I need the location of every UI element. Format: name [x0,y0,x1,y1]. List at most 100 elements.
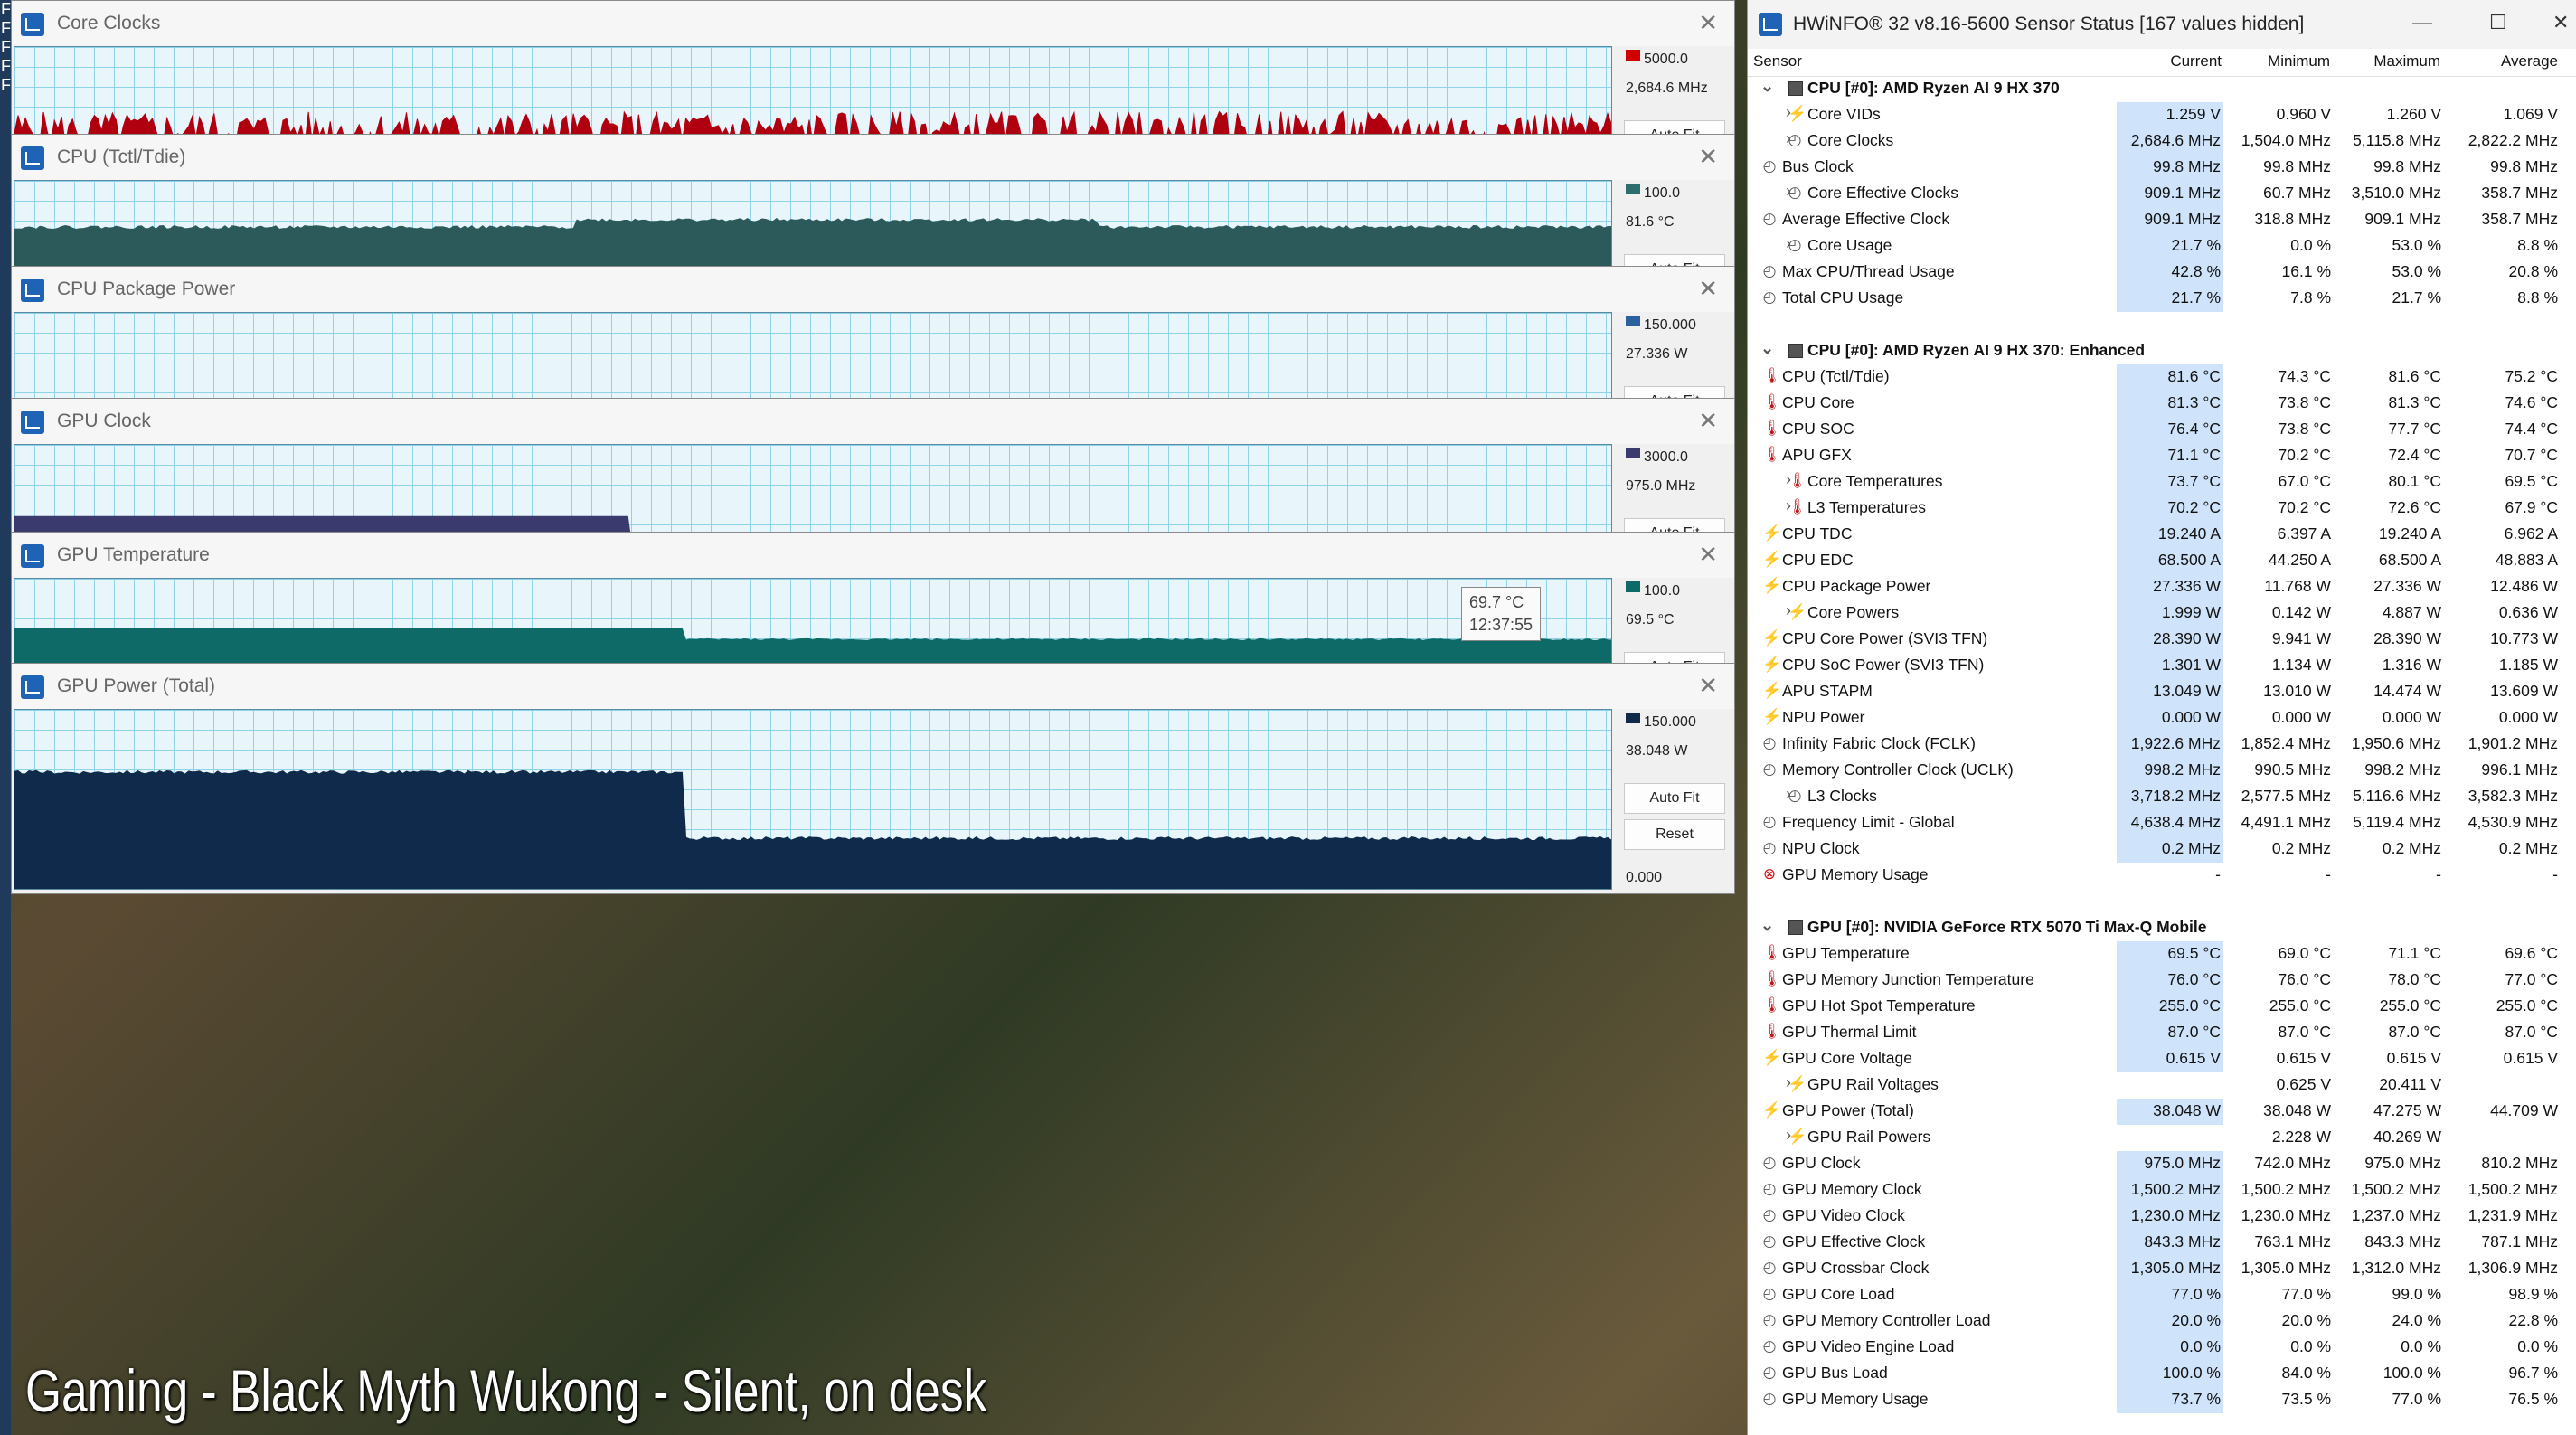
close-icon[interactable]: ✕ [1698,672,1718,700]
graph-title-bar: GPU Temperature ✕ [12,533,1734,578]
sensor-group-header[interactable]: ⌄ CPU [#0]: AMD Ryzen AI 9 HX 370: Enhanc… [1748,338,2576,364]
sensor-row[interactable]: ◴ Memory Controller Clock (UCLK) 998.2 MHz… [1748,758,2576,784]
sensor-row[interactable]: ◴ GPU Crossbar Clock 1,305.0 MHz 1,305.0 MH… [1748,1256,2576,1282]
sensor-row[interactable]: 🌡 GPU Temperature 69.5 °C 69.0 °C 71.1 °C 69.… [1748,941,2576,968]
sensor-row[interactable]: › ⚡ GPU Rail Voltages 0.625 V 20.411 V [1748,1072,2576,1099]
sensor-row[interactable]: › ⚡ GPU Rail Powers 2.228 W 40.269 W [1748,1125,2576,1151]
sensor-row[interactable]: ◴ GPU Memory Controller Load 20.0 % 20.0 % 2… [1748,1308,2576,1335]
maximum-value: 1,950.6 MHz [2351,734,2441,752]
close-icon[interactable]: ✕ [1698,143,1718,171]
auto-fit-button[interactable]: Auto Fit [1624,783,1725,814]
sensor-row[interactable]: 🌡 CPU Core 81.3 °C 73.8 °C 81.3 °C 74.6 °C [1748,391,2576,417]
maximize-icon[interactable]: ☐ [2489,11,2507,34]
series-color-swatch [1626,581,1640,592]
sensor-row[interactable]: 🌡 APU GFX 71.1 °C 70.2 °C 72.4 °C 70.7 °C [1748,443,2576,469]
average-value: 74.6 °C [2505,393,2558,411]
close-icon[interactable]: ✕ [1698,541,1718,569]
sensor-group-header[interactable]: ⌄ CPU [#0]: AMD Ryzen AI 9 HX 370 [1748,76,2576,102]
sensor-group-header[interactable]: ⌄ GPU [#0]: NVIDIA GeForce RTX 5070 Ti Ma… [1748,915,2576,941]
average-value: 77.0 °C [2505,970,2558,988]
sensor-row[interactable]: 🌡 GPU Memory Junction Temperature 76.0 °C 7… [1748,968,2576,994]
sensor-row[interactable]: ⚡ GPU Power (Total) 38.048 W 38.048 W 47.275… [1748,1099,2576,1125]
sensor-row[interactable]: ◴ GPU Memory Clock 1,500.2 MHz 1,500.2 MHz 1… [1748,1177,2576,1204]
col-minimum[interactable]: Minimum [2268,52,2330,71]
current-value: 1,230.0 MHz [2130,1206,2221,1224]
sensor-row[interactable]: ⚡ APU STAPM 13.049 W 13.010 W 14.474 W 13.609… [1748,679,2576,705]
sensor-row[interactable]: 🌡 GPU Hot Spot Temperature 255.0 °C 255.0 °… [1748,994,2576,1020]
collapse-chevron-icon[interactable]: ⌄ [1760,77,1774,96]
minimum-value: 60.7 MHz [2263,184,2331,202]
average-value: 87.0 °C [2505,1023,2558,1041]
col-average[interactable]: Average [2501,52,2558,71]
row-spacer [1748,312,2576,338]
sensor-row[interactable]: ⚡ GPU Core Voltage 0.615 V 0.615 V 0.615 V 0.… [1748,1046,2576,1072]
sensor-row[interactable]: ◴ GPU Video Clock 1,230.0 MHz 1,230.0 MHz 1,… [1748,1204,2576,1230]
col-maximum[interactable]: Maximum [2373,52,2440,71]
col-sensor[interactable]: Sensor [1753,52,1802,71]
sensor-row[interactable]: ⚡ CPU EDC 68.500 A 44.250 A 68.500 A 48.883 A [1748,548,2576,574]
sensor-row[interactable]: › ⚡ Core VIDs 1.259 V 0.960 V 1.260 V 1.069 V [1748,102,2576,128]
sensor-row[interactable]: ⊗ GPU Memory Usage - - - - [1748,863,2576,889]
maximum-value: 99.8 MHz [2373,157,2441,175]
collapse-chevron-icon[interactable]: ⌄ [1760,916,1774,935]
sensor-row[interactable]: › 🌡 L3 Temperatures 70.2 °C 70.2 °C 72.6 °C 67… [1748,496,2576,522]
sensor-row[interactable]: ◴ Average Effective Clock 909.1 MHz 318.8 M… [1748,207,2576,233]
sensor-row[interactable]: ◴ Bus Clock 99.8 MHz 99.8 MHz 99.8 MHz 99.8 M… [1748,155,2576,181]
close-icon[interactable]: ✕ [2552,11,2569,34]
sensor-row[interactable]: ◴ GPU Memory Usage 73.7 % 73.5 % 77.0 % 76.5 … [1748,1387,2576,1413]
sensor-row[interactable]: 🌡 CPU (Tctl/Tdie) 81.6 °C 74.3 °C 81.6 °C 75.… [1748,364,2576,391]
sensor-name: GPU Rail Powers [1807,1128,1931,1146]
clock-icon: ◴ [1762,1337,1777,1355]
sensor-row[interactable]: ◴ GPU Effective Clock 843.3 MHz 763.1 MHz 84… [1748,1230,2576,1256]
sensor-row[interactable]: ◴ Infinity Fabric Clock (FCLK) 1,922.6 MHz… [1748,732,2576,758]
minimum-value: 13.010 W [2263,682,2331,700]
close-icon[interactable]: ✕ [1698,407,1718,435]
sensor-row[interactable]: ◴ Frequency Limit - Global 4,638.4 MHz 4,49… [1748,810,2576,836]
sensor-row[interactable]: › ◴ L3 Clocks 3,718.2 MHz 2,577.5 MHz 5,116.6… [1748,784,2576,810]
sensor-row[interactable]: ◴ Total CPU Usage 21.7 % 7.8 % 21.7 % 8.8 % [1748,286,2576,312]
sensor-row[interactable]: ◴ GPU Core Load 77.0 % 77.0 % 99.0 % 98.9 % [1748,1282,2576,1308]
sensor-row[interactable]: ◴ Max CPU/Thread Usage 42.8 % 16.1 % 53.0 % 2… [1748,260,2576,286]
sensor-row[interactable]: ⚡ CPU Package Power 27.336 W 11.768 W 27.336… [1748,574,2576,600]
sensor-row[interactable]: 🌡 GPU Thermal Limit 87.0 °C 87.0 °C 87.0 °C 8… [1748,1020,2576,1046]
clock-icon: ◴ [1762,1232,1777,1250]
sensor-name: Core Usage [1807,236,1892,254]
reset-button[interactable]: Reset [1624,819,1725,850]
sensor-row[interactable]: ⚡ CPU TDC 19.240 A 6.397 A 19.240 A 6.962 A [1748,522,2576,548]
sensor-row[interactable]: › ⚡ Core Powers 1.999 W 0.142 W 4.887 W 0.636 … [1748,600,2576,627]
sensor-row[interactable]: › 🌡 Core Temperatures 73.7 °C 67.0 °C 80.1 °C… [1748,469,2576,496]
sensor-name: CPU (Tctl/Tdie) [1782,367,1890,385]
minimum-value: 11.768 W [2264,577,2331,595]
sensor-name: CPU Package Power [1782,577,1931,595]
sensor-row[interactable]: › ◴ Core Clocks 2,684.6 MHz 1,504.0 MHz 5,115… [1748,128,2576,155]
sensor-row[interactable]: ◴ NPU Clock 0.2 MHz 0.2 MHz 0.2 MHz 0.2 MHz [1748,836,2576,863]
collapse-chevron-icon[interactable]: ⌄ [1760,339,1774,358]
sensor-row[interactable]: › ◴ Core Usage 21.7 % 0.0 % 53.0 % 8.8 % [1748,233,2576,260]
close-icon[interactable]: ✕ [1698,275,1718,303]
col-current[interactable]: Current [2170,52,2222,71]
bolt-icon: ⚡ [1788,603,1807,620]
sensor-name: GPU Temperature [1782,944,1910,962]
column-header[interactable]: Sensor Current Minimum Maximum Average [1748,49,2576,77]
sensor-row[interactable]: ⚡ CPU Core Power (SVI3 TFN) 28.390 W 9.941 … [1748,627,2576,653]
maximum-value: 47.275 W [2373,1101,2441,1119]
sensor-row[interactable]: ◴ GPU Bus Load 100.0 % 84.0 % 100.0 % 96.7 % [1748,1361,2576,1387]
sensor-row[interactable]: ◴ GPU Clock 975.0 MHz 742.0 MHz 975.0 MHz 810… [1748,1151,2576,1177]
sensor-row[interactable]: › ◴ Core Effective Clocks 909.1 MHz 60.7 MHz… [1748,181,2576,207]
maximum-value: 72.4 °C [2388,446,2441,464]
bolt-icon: ⚡ [1762,524,1782,542]
sensor-name: GPU Effective Clock [1782,1232,1926,1251]
graph-max-label: 100.0 [1644,583,1681,599]
maximum-value: 5,116.6 MHz [2353,787,2441,805]
sensor-row[interactable]: ⚡ CPU SoC Power (SVI3 TFN) 1.301 W 1.134 W 1… [1748,653,2576,679]
sensor-list[interactable]: ⌄ CPU [#0]: AMD Ryzen AI 9 HX 370 › ⚡ Core V… [1748,76,2576,1413]
sensor-row[interactable]: 🌡 CPU SOC 76.4 °C 73.8 °C 77.7 °C 74.4 °C [1748,417,2576,443]
minimize-icon[interactable]: — [2412,11,2432,34]
sensor-row[interactable]: ◴ GPU Video Engine Load 0.0 % 0.0 % 0.0 % 0.0… [1748,1335,2576,1361]
graph-max-label: 150.000 [1644,714,1696,730]
temp-icon: 🌡 [1762,970,1782,987]
hwinfo-title: HWiNFO® 32 v8.16-5600 Sensor Status [167… [1793,14,2305,34]
close-icon[interactable]: ✕ [1698,9,1718,37]
graph-current-label: 81.6 °C [1626,214,1675,230]
sensor-row[interactable]: ⚡ NPU Power 0.000 W 0.000 W 0.000 W 0.000 W [1748,705,2576,732]
